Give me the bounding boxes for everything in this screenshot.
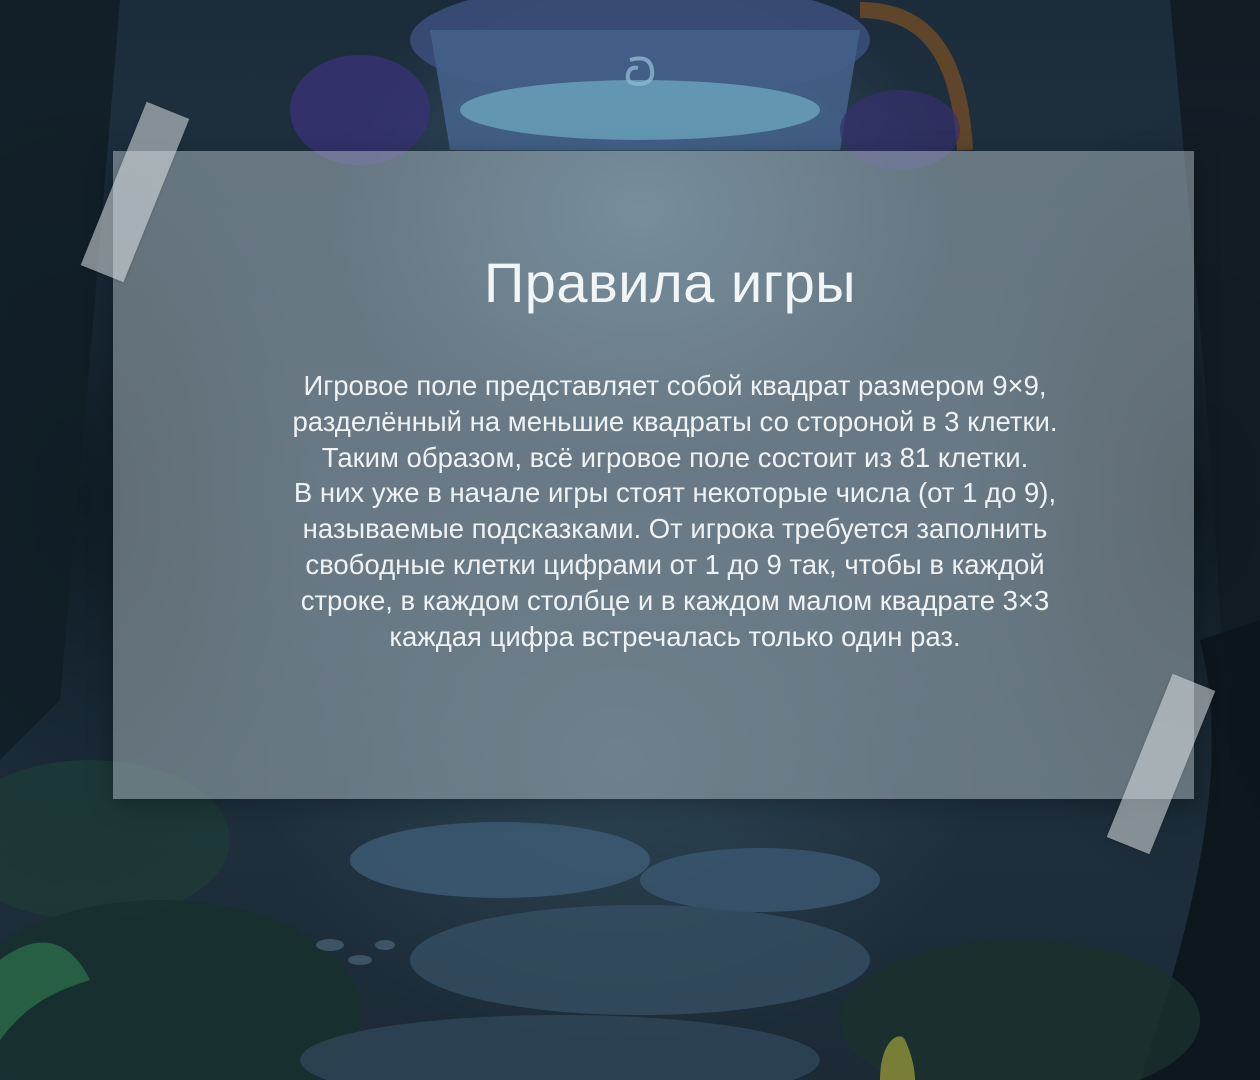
rules-line: разделённый на меньшие квадраты со сторо… — [292, 405, 1058, 437]
stone-step-2 — [640, 848, 880, 912]
pebble-2 — [348, 955, 372, 965]
tree-trunk-left — [0, 0, 120, 760]
stone-step-4 — [300, 1015, 820, 1080]
rules-line: В них уже в начале игры стоят некоторые … — [293, 477, 1057, 509]
pebble-3 — [375, 940, 395, 950]
stone-step-3 — [410, 905, 870, 1015]
rules-line: свободные клетки цифрами от 1 до 9 так, … — [305, 548, 1045, 580]
rules-line: строке, в каждом столбце и в каждом мало… — [300, 584, 1050, 616]
rules-line: Таким образом, всё игровое поле состоит … — [321, 441, 1029, 473]
rules-line: каждая цифра встречалась только один раз… — [389, 620, 961, 652]
rules-line: называемые подсказками. От игрока требуе… — [302, 513, 1048, 545]
pebble-1 — [316, 939, 344, 951]
rules-title: Правила игры — [483, 251, 857, 314]
rules-line: Игровое поле представляет собой квадрат … — [303, 370, 1047, 401]
well-water — [460, 80, 820, 140]
rules-text: Игровое поле представляет собой квадрат … — [150, 368, 1200, 654]
stone-step-1 — [350, 822, 650, 898]
purple-rock-left — [290, 55, 430, 165]
game-scene: Правила игры Игровое поле представляет с… — [0, 0, 1260, 1080]
